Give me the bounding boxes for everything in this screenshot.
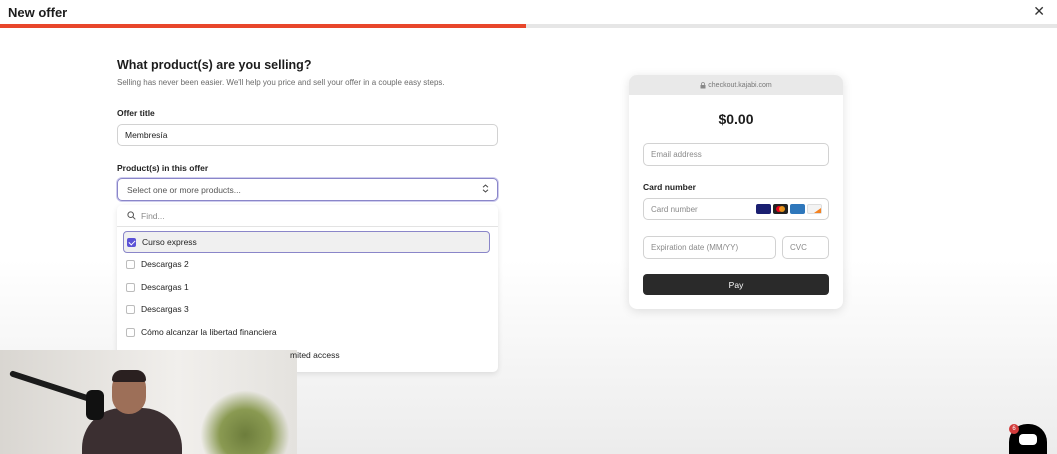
offer-title-value: Membresía [125, 130, 168, 140]
expiration-field[interactable]: Expiration date (MM/YY) [643, 236, 776, 259]
cvc-field[interactable]: CVC [782, 236, 829, 259]
product-option[interactable]: Descargas 3 [117, 298, 498, 320]
card-icons [756, 204, 822, 214]
lock-icon [700, 81, 706, 88]
pay-button[interactable]: Pay [643, 274, 829, 295]
product-option[interactable]: Descargas 1 [117, 276, 498, 298]
chat-icon [1019, 434, 1037, 445]
search-icon [127, 211, 136, 220]
chat-badge: 6 [1009, 424, 1019, 434]
product-option-label: Cómo alcanzar la libertad financiera [141, 327, 277, 337]
microphone [86, 390, 104, 420]
discover-icon [807, 204, 822, 214]
plant [200, 390, 290, 454]
price: $0.00 [718, 111, 754, 127]
progress-fill [0, 24, 526, 28]
top-bar: New offer ✕ [0, 0, 1057, 24]
url-bar: checkout.kajabi.com [629, 75, 843, 95]
checkout-preview: checkout.kajabi.com $0.00 Email address … [629, 75, 843, 309]
find-placeholder: Find... [141, 210, 165, 221]
checkbox[interactable] [126, 327, 135, 337]
step-subheading: Selling has never been easier. We'll hel… [117, 78, 445, 87]
progress-bar [0, 24, 1057, 28]
product-option[interactable]: Curso express [123, 231, 490, 253]
chevron-updown-icon [482, 184, 489, 195]
mastercard-icon [773, 204, 788, 214]
email-field[interactable]: Email address [643, 143, 829, 166]
card-number-field[interactable]: Card number [643, 198, 829, 220]
card-number-placeholder: Card number [651, 204, 698, 214]
checkbox[interactable] [126, 304, 135, 314]
chat-launcher[interactable]: 6 [1009, 424, 1047, 454]
checkbox[interactable] [126, 259, 135, 269]
product-option[interactable]: Cómo alcanzar la libertad financiera [117, 321, 498, 343]
card-number-label: Card number [643, 182, 696, 192]
product-option-label: Descargas 1 [141, 282, 189, 292]
offer-title-label: Offer title [117, 108, 155, 118]
product-option-label: Descargas 2 [141, 259, 189, 269]
product-option[interactable]: Descargas 2 [117, 253, 498, 275]
checkout-url: checkout.kajabi.com [708, 81, 772, 89]
cvc-placeholder: CVC [790, 243, 807, 252]
products-dropdown: Find... Curso express Descargas 2 Descar… [117, 205, 498, 372]
webcam-overlay [0, 350, 297, 454]
expiration-placeholder: Expiration date (MM/YY) [651, 243, 739, 252]
product-option-label: Curso express [142, 237, 197, 247]
checkbox[interactable] [126, 282, 135, 292]
partial-product-option[interactable]: mited access [290, 350, 340, 360]
product-option-label: Descargas 3 [141, 304, 189, 314]
checkbox-checked[interactable] [127, 237, 136, 247]
presenter-hair [112, 370, 146, 382]
email-placeholder: Email address [651, 150, 702, 159]
step-heading: What product(s) are you selling? [117, 58, 312, 72]
products-select[interactable]: Select one or more products... [117, 178, 498, 201]
offer-title-input[interactable]: Membresía [117, 124, 498, 146]
visa-icon [756, 204, 771, 214]
products-placeholder: Select one or more products... [127, 184, 241, 195]
amex-icon [790, 204, 805, 214]
close-icon[interactable]: ✕ [1033, 3, 1045, 20]
page-title: New offer [8, 5, 68, 20]
find-input[interactable]: Find... [117, 205, 498, 227]
products-label: Product(s) in this offer [117, 163, 209, 173]
